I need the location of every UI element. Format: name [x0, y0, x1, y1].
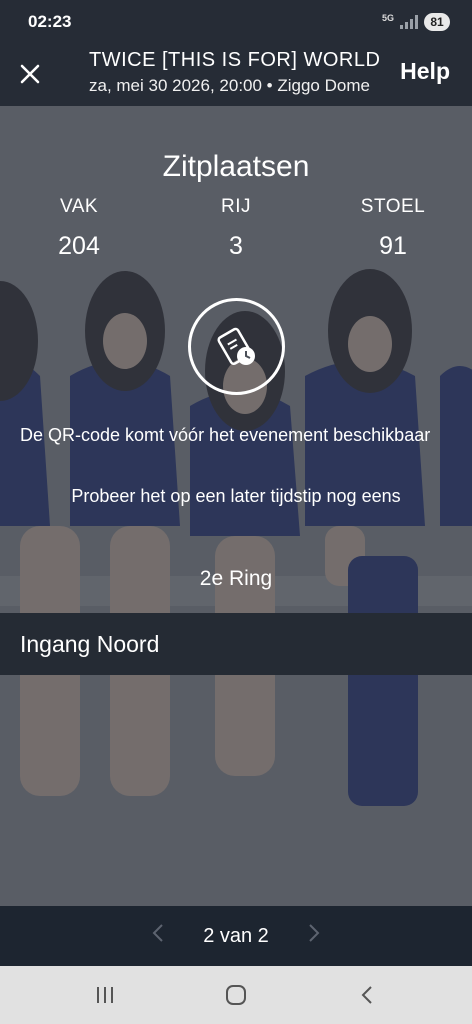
section-ring: 2e Ring [199, 567, 273, 590]
seat-number-value: 91 [379, 232, 407, 260]
prev-ticket-button[interactable] [151, 922, 165, 950]
back-icon [361, 986, 372, 1004]
seats-heading: Zitplaatsen [162, 150, 310, 183]
qr-retry-text: Probeer het op een later tijdstip nog ee… [71, 486, 401, 506]
recent-apps-button[interactable] [80, 975, 130, 1015]
ticket-card: Zitplaatsen VAK 204 RIJ 3 STOEL 91 De QR… [0, 106, 472, 906]
event-info: TWICE [THIS IS FOR] WORLD TOUR za, mei 3… [89, 46, 379, 98]
entrance-bar: Ingang Noord [0, 613, 472, 675]
seat-row-label: RIJ [221, 196, 251, 217]
ticket-clock-icon [216, 327, 255, 365]
status-time: 02:23 [28, 12, 72, 31]
network-label: 5G [381, 12, 394, 23]
seat-section-label: VAK [59, 196, 99, 217]
seat-section: VAK 204 [19, 196, 139, 261]
pager-text: 2 van 2 [203, 924, 269, 947]
status-icons: 5G 81 [382, 13, 450, 31]
home-icon [225, 985, 246, 1005]
signal-icon [400, 15, 418, 29]
qr-message: De QR-code komt vóór het evenement besch… [20, 425, 431, 445]
seat-row: RIJ 3 [176, 196, 296, 261]
back-button[interactable] [342, 975, 392, 1015]
battery-indicator: 81 [424, 13, 450, 31]
ticket-pager: 2 van 2 [0, 906, 472, 966]
chevron-right-icon [309, 924, 320, 942]
event-header: TWICE [THIS IS FOR] WORLD TOUR za, mei 3… [0, 44, 472, 106]
home-button[interactable] [211, 975, 261, 1015]
close-icon [20, 64, 40, 84]
chevron-left-icon [152, 924, 163, 942]
qr-pending-badge [188, 298, 285, 395]
next-ticket-button[interactable] [307, 922, 321, 950]
seat-section-value: 204 [58, 232, 100, 260]
seat-number: STOEL 91 [333, 196, 453, 261]
seat-number-label: STOEL [360, 196, 426, 217]
status-bar: 02:23 5G 81 [0, 0, 472, 44]
event-subtitle: za, mei 30 2026, 20:00 • Ziggo Dome [89, 76, 370, 95]
close-button[interactable] [12, 56, 48, 92]
recent-apps-icon [97, 987, 114, 1003]
event-title: TWICE [THIS IS FOR] WORLD TOUR [89, 49, 379, 71]
entrance-label: Ingang Noord [20, 630, 160, 657]
android-nav-bar [0, 966, 472, 1024]
help-button[interactable]: Help [400, 58, 450, 85]
seat-row-value: 3 [229, 232, 243, 260]
